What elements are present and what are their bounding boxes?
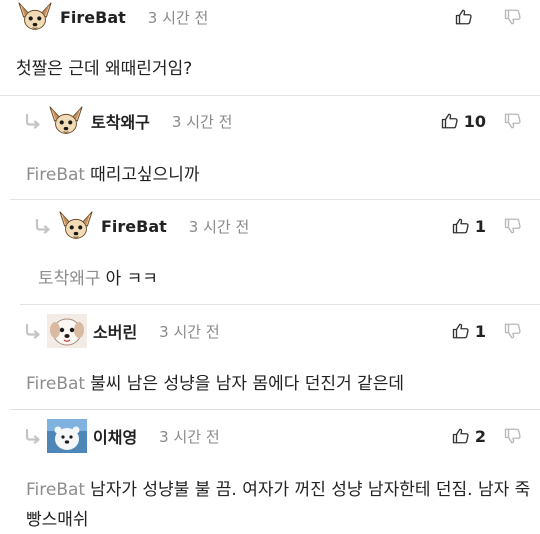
comment-body: 때리고싶으니까	[90, 165, 200, 185]
comment-time: 3 시간 전	[159, 427, 220, 446]
mention-link[interactable]: FireBat	[26, 165, 85, 185]
downvote-button[interactable]	[504, 8, 522, 26]
reply-arrow-icon	[25, 428, 41, 444]
vote-controls: 2	[452, 419, 522, 453]
thumbs-up-icon	[455, 8, 473, 26]
comment-text: 첫짤은 근데 왜때린거임?	[16, 54, 192, 84]
comment-time: 3 시간 전	[159, 322, 220, 341]
upvote-count: 1	[474, 216, 486, 236]
downvote-button[interactable]	[504, 217, 522, 235]
comment-author[interactable]: FireBat	[60, 8, 126, 27]
upvote-button[interactable]: 10	[441, 112, 486, 131]
divider	[0, 95, 540, 96]
comment-author[interactable]: 소버린	[93, 319, 137, 343]
upvote-count: 10	[463, 111, 486, 131]
downvote-button[interactable]	[504, 322, 522, 340]
downvote-button[interactable]	[504, 112, 522, 130]
comment-body: 첫짤은 근데 왜때린거임?	[16, 59, 193, 79]
thumbs-up-icon	[452, 217, 470, 235]
comment-time: 3 시간 전	[147, 8, 209, 27]
polar-bear-avatar[interactable]	[47, 419, 87, 453]
comment-item: FireBat 3 시간 전 1 토착왜구 아 ㅋㅋ	[0, 209, 540, 305]
comment-text: FireBat 불씨 남은 성냥을 남자 몸에다 던진거 같은데	[26, 369, 404, 399]
mention-link[interactable]: FireBat	[26, 374, 85, 394]
reply-arrow-icon	[25, 323, 41, 339]
comment-text: 토착왜구 아 ㅋㅋ	[38, 264, 158, 294]
thumbs-down-icon	[504, 8, 522, 26]
downvote-button[interactable]	[504, 427, 522, 445]
vote-controls: 1	[452, 314, 522, 348]
mention-link[interactable]: 토착왜구	[38, 269, 101, 289]
comment-body: 아 ㅋㅋ	[105, 269, 158, 289]
upvote-count: 1	[474, 321, 486, 341]
thumbs-down-icon	[504, 112, 522, 130]
comment-item: 토착왜구 3 시간 전 10 FireBat 때리고싶으니까	[0, 104, 540, 200]
reply-arrow-icon	[35, 218, 51, 234]
vote-controls	[455, 0, 522, 34]
divider	[10, 199, 540, 200]
thumbs-up-icon	[452, 322, 470, 340]
vote-controls: 1	[452, 209, 522, 243]
vote-controls: 10	[441, 104, 522, 138]
comment-item: FireBat 3 시간 전 첫짤은 근데 왜때린거임?	[0, 0, 540, 96]
comment-body: 불씨 남은 성냥을 남자 몸에다 던진거 같은데	[90, 374, 405, 394]
comment-author[interactable]: 이채영	[93, 424, 137, 448]
upvote-button[interactable]: 1	[452, 217, 486, 236]
thumbs-down-icon	[504, 427, 522, 445]
divider	[20, 304, 540, 305]
thumbs-up-icon	[452, 427, 470, 445]
comment-time: 3 시간 전	[188, 217, 250, 236]
upvote-button[interactable]: 1	[452, 322, 486, 341]
comment-item: 소버린 3 시간 전 1 FireBat 불씨 남은 성냥을 남자 몸에다 던진거…	[0, 314, 540, 410]
thumbs-up-icon	[441, 112, 459, 130]
chihuahua-avatar[interactable]	[57, 209, 95, 243]
comment-body: 남자가 성냥불 불 끔. 여자가 꺼진 성냥 남자한테 던짐. 남자 죽빵스매쉬	[26, 480, 531, 530]
puppy-avatar[interactable]	[47, 314, 87, 348]
comment-time: 3 시간 전	[171, 112, 233, 131]
upvote-button[interactable]	[455, 8, 486, 26]
comment-author[interactable]: FireBat	[101, 217, 167, 236]
comment-item: 이채영 3 시간 전 2 FireBat 남자가 성냥불 불 끔. 여자가 꺼진 …	[0, 419, 540, 534]
comment-author[interactable]: 토착왜구	[91, 109, 150, 133]
mention-link[interactable]: FireBat	[26, 480, 85, 500]
upvote-count: 2	[474, 426, 486, 446]
comment-text: FireBat 남자가 성냥불 불 끔. 여자가 꺼진 성냥 남자한테 던짐. 남…	[26, 475, 540, 534]
divider	[10, 409, 540, 410]
chihuahua-avatar[interactable]	[47, 104, 85, 138]
thumbs-down-icon	[504, 322, 522, 340]
comment-text: FireBat 때리고싶으니까	[26, 160, 200, 190]
thumbs-down-icon	[504, 217, 522, 235]
reply-arrow-icon	[25, 113, 41, 129]
chihuahua-avatar[interactable]	[16, 0, 54, 34]
upvote-button[interactable]: 2	[452, 427, 486, 446]
